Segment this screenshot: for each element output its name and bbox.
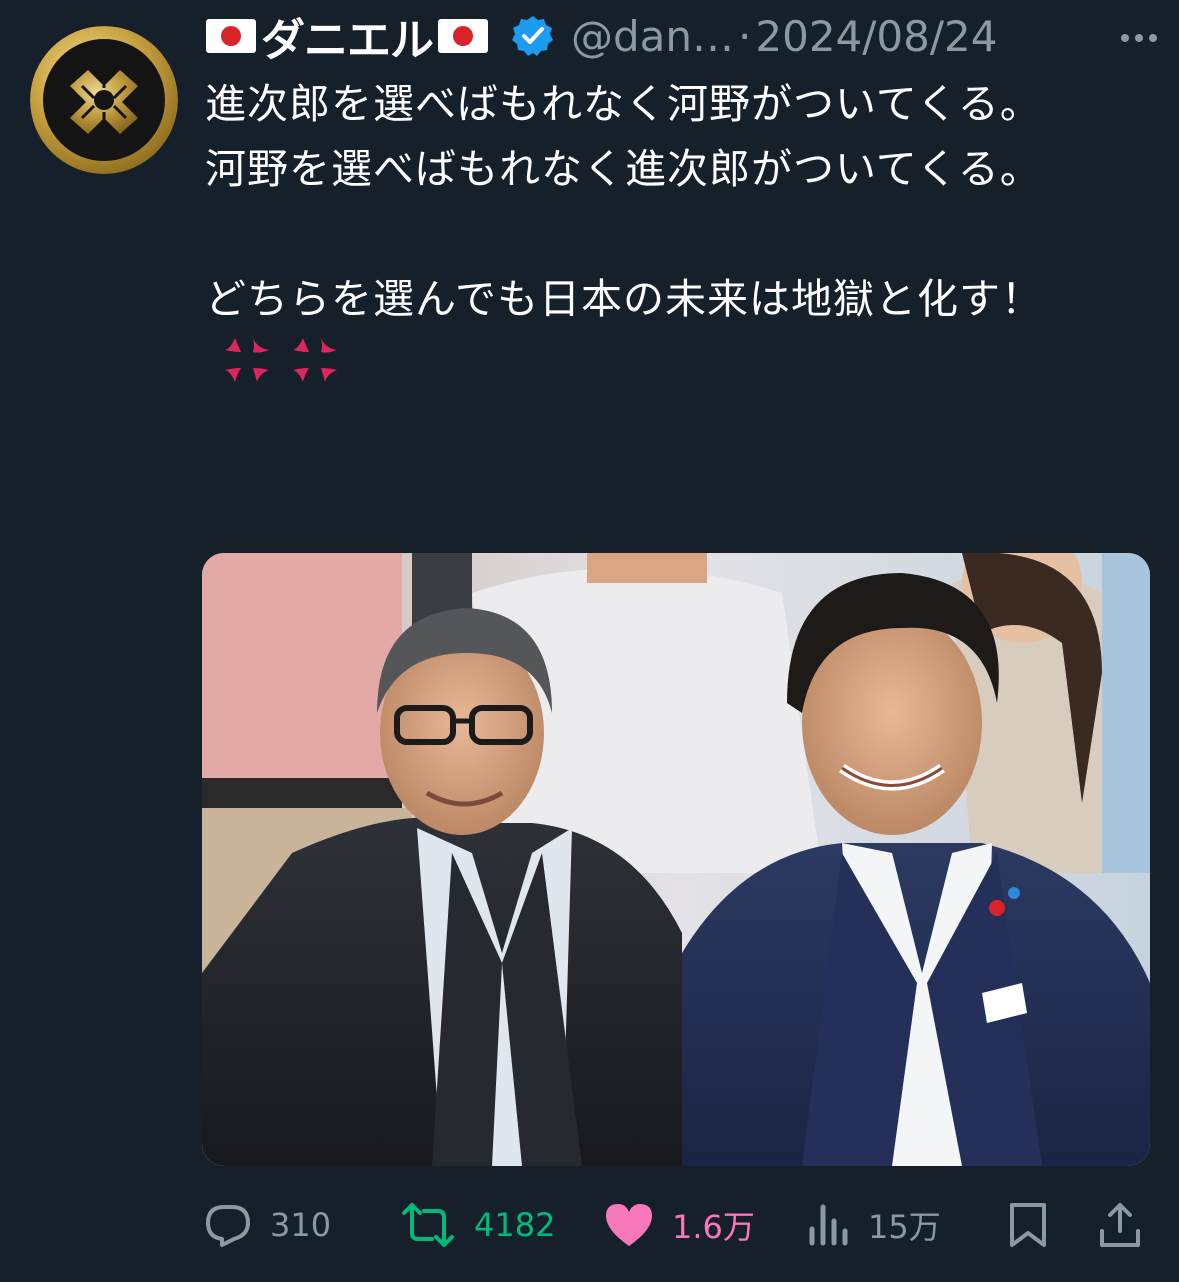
verified-badge-icon bbox=[511, 14, 555, 58]
views-button[interactable]: 15万 bbox=[806, 1190, 941, 1260]
tweet-date[interactable]: 2024/08/24 bbox=[755, 12, 997, 61]
reply-button[interactable]: 310 bbox=[204, 1190, 331, 1260]
share-icon bbox=[1100, 1203, 1140, 1247]
tweet-text: 進次郎を選べばもれなく河野がついてくる。 河野を選べばもれなく進次郎がついてくる… bbox=[205, 72, 1085, 397]
reply-icon bbox=[206, 1205, 250, 1247]
bookmark-icon bbox=[1010, 1203, 1046, 1247]
action-bar: 310 4182 1.6万 15万 bbox=[200, 1190, 1160, 1260]
bookmark-button[interactable] bbox=[1008, 1190, 1048, 1260]
avatar[interactable] bbox=[30, 26, 178, 174]
tweet: ダニエル @dan… · 2024/08/24 進次郎を選べばもれなく河野がつい… bbox=[0, 0, 1179, 1282]
display-name[interactable]: ダニエル bbox=[261, 4, 434, 68]
more-icon[interactable] bbox=[1113, 16, 1165, 56]
photo-image bbox=[202, 553, 1150, 1166]
repost-button[interactable]: 4182 bbox=[400, 1190, 555, 1260]
user-handle[interactable]: @dan… bbox=[571, 12, 734, 61]
share-button[interactable] bbox=[1098, 1190, 1142, 1260]
views-count: 15万 bbox=[868, 1208, 941, 1246]
anger-symbol-icon bbox=[289, 334, 341, 386]
tweet-photo[interactable] bbox=[202, 553, 1150, 1166]
repost-count: 4182 bbox=[474, 1206, 556, 1244]
anger-symbol-icon bbox=[221, 334, 273, 386]
separator-dot: · bbox=[738, 11, 752, 61]
crest-avatar-image bbox=[30, 26, 178, 174]
tweet-header: ダニエル @dan… · 2024/08/24 bbox=[205, 8, 1165, 66]
like-count: 1.6万 bbox=[672, 1208, 755, 1246]
like-button[interactable]: 1.6万 bbox=[604, 1190, 755, 1260]
tweet-text-content: 進次郎を選べばもれなく河野がついてくる。 河野を選べばもれなく進次郎がついてくる… bbox=[205, 80, 1043, 323]
flag-japan-icon bbox=[205, 18, 257, 54]
reply-count: 310 bbox=[270, 1206, 332, 1244]
like-icon bbox=[606, 1204, 652, 1246]
repost-icon bbox=[402, 1203, 454, 1247]
flag-japan-icon bbox=[437, 18, 489, 54]
views-icon bbox=[809, 1204, 848, 1246]
